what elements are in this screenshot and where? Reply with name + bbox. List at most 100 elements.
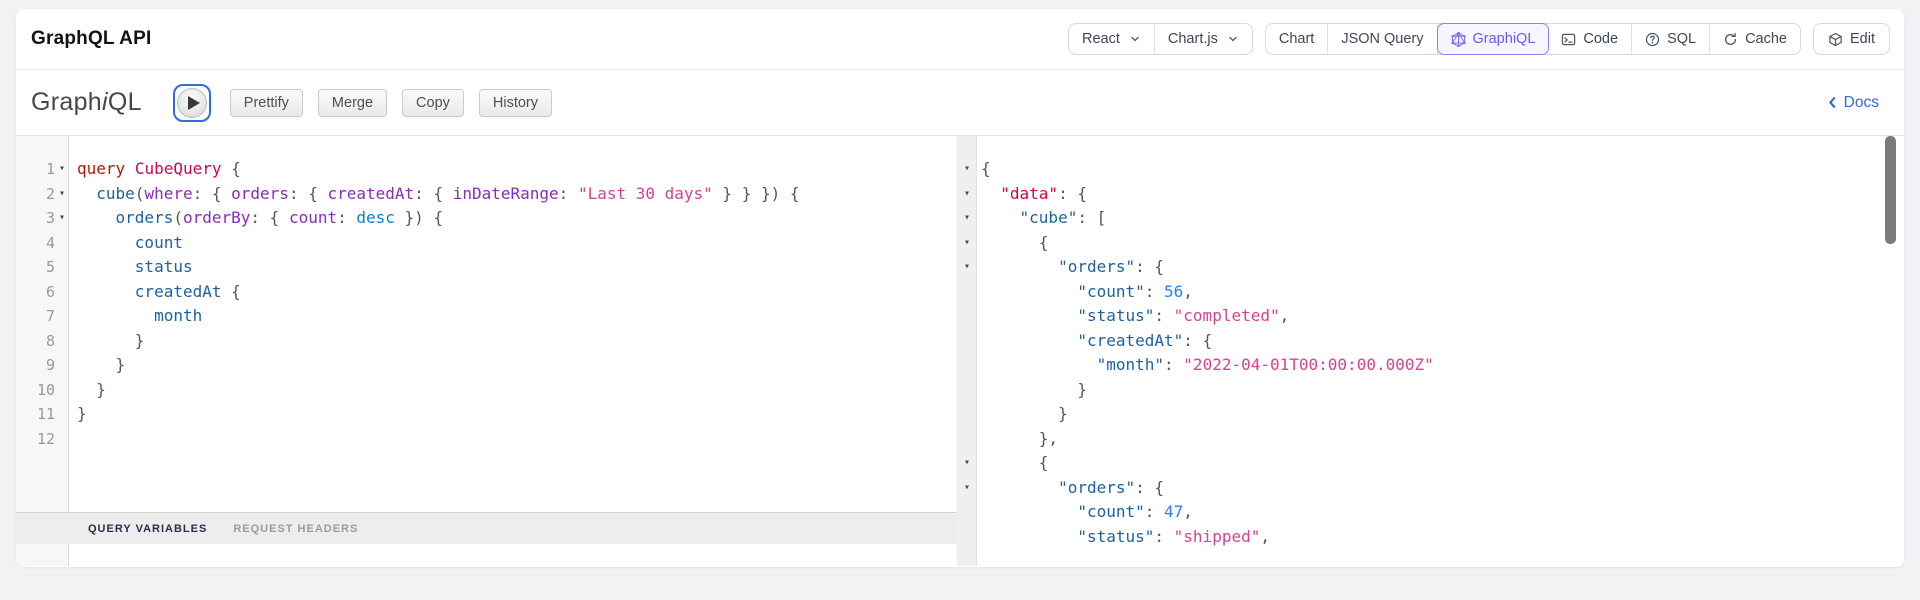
- code-text: }: [77, 330, 145, 350]
- result-code-line: "count": 56,: [957, 280, 1904, 305]
- fold-arrow-icon[interactable]: ▾: [957, 157, 977, 182]
- code-text: status: [134, 257, 193, 276]
- chevron-down-icon: [1227, 33, 1239, 45]
- view-tabs: Chart JSON Query GraphiQL Code SQL Cache: [1264, 23, 1801, 55]
- copy-button[interactable]: Copy: [402, 88, 464, 117]
- chevron-down-icon: [1129, 33, 1141, 45]
- code-text: "status": "completed",: [1077, 306, 1290, 325]
- query-code-line[interactable]: 1 ▾ query CubeQuery {: [16, 157, 957, 182]
- code-text: {: [981, 159, 991, 178]
- query-code-line[interactable]: 7 month: [16, 304, 957, 329]
- merge-button[interactable]: Merge: [317, 88, 388, 117]
- fold-arrow-icon[interactable]: ▾: [957, 255, 977, 280]
- graphiql-logo: GraphiQL: [31, 88, 142, 116]
- library-select-value: Chart.js: [1167, 31, 1218, 47]
- tab-json-query[interactable]: JSON Query: [1328, 24, 1438, 54]
- fold-arrow-icon[interactable]: ▾: [957, 206, 977, 231]
- query-editor[interactable]: 1 ▾ query CubeQuery {2 ▾ cube(where: { orde…: [16, 136, 957, 512]
- query-code-line[interactable]: 3 ▾ orders(orderBy: { count: desc }) {: [16, 206, 957, 231]
- line-number: 3: [45, 209, 55, 227]
- history-button[interactable]: History: [478, 88, 553, 117]
- execute-query-button[interactable]: [172, 83, 211, 122]
- request-headers-tab[interactable]: REQUEST HEADERS: [233, 523, 358, 535]
- chart-config-selects: React Chart.js: [1068, 23, 1253, 55]
- result-code-line: },: [957, 427, 1904, 452]
- framework-select[interactable]: React: [1069, 24, 1155, 54]
- help-icon: [1645, 32, 1660, 47]
- code-text: }: [77, 404, 87, 423]
- tab-chart[interactable]: Chart: [1266, 24, 1329, 54]
- code-text: count: [134, 232, 183, 252]
- result-code-line: "status": "shipped",: [957, 525, 1904, 550]
- line-number: 5: [45, 258, 55, 276]
- query-code-line[interactable]: 11}: [16, 402, 957, 427]
- code-text: "count": 47,: [1077, 502, 1193, 521]
- result-code-line: "count": 47,: [957, 500, 1904, 525]
- result-viewer-pane: ▾{▾ "data": {▾ "cube": [▾ {▾ "orders": {…: [957, 136, 1904, 566]
- line-number: 1: [45, 160, 55, 178]
- docs-link[interactable]: Docs: [1826, 94, 1879, 112]
- graphql-api-card: GraphQL API React Chart.js Chart JSON Qu…: [16, 9, 1904, 567]
- query-variables-tab[interactable]: QUERY VARIABLES: [88, 523, 207, 535]
- result-code-line: ▾ "data": {: [957, 182, 1904, 207]
- line-number: 6: [45, 282, 55, 301]
- line-number: 4: [45, 233, 55, 252]
- fold-arrow-icon[interactable]: ▾: [957, 182, 977, 207]
- query-code-line[interactable]: 10 }: [16, 378, 957, 403]
- line-number: 7: [45, 307, 55, 325]
- code-text: }: [981, 379, 1087, 399]
- query-code-line[interactable]: 9 }: [16, 353, 957, 378]
- result-viewer: ▾{▾ "data": {▾ "cube": [▾ {▾ "orders": {…: [957, 136, 1904, 566]
- fold-arrow-icon[interactable]: ▾: [55, 157, 69, 182]
- library-select[interactable]: Chart.js: [1155, 24, 1252, 54]
- code-text: "orders": {: [1058, 257, 1165, 276]
- code-text: orders(orderBy: { count: desc }) {: [115, 208, 444, 227]
- tab-cache[interactable]: Cache: [1710, 24, 1800, 54]
- query-code-line[interactable]: 5 status: [16, 255, 957, 280]
- graphql-icon: [1450, 31, 1466, 47]
- line-number: 12: [36, 429, 55, 448]
- result-code-line: "createdAt": {: [957, 329, 1904, 354]
- line-number: 10: [36, 380, 55, 399]
- chevron-left-icon: [1826, 96, 1839, 109]
- edit-button[interactable]: Edit: [1813, 23, 1890, 55]
- result-scrollbar-thumb[interactable]: [1885, 136, 1896, 244]
- framework-select-value: React: [1082, 31, 1120, 47]
- code-text: }: [981, 404, 1068, 423]
- code-text: }: [77, 355, 126, 374]
- fold-arrow-icon[interactable]: ▾: [957, 476, 977, 501]
- query-code-line[interactable]: 8 }: [16, 329, 957, 354]
- fold-arrow-icon[interactable]: ▾: [55, 182, 69, 207]
- tab-sql[interactable]: SQL: [1632, 24, 1711, 54]
- result-code-line: "month": "2022-04-01T00:00:00.000Z": [957, 353, 1904, 378]
- line-number: 2: [45, 184, 55, 203]
- tab-code[interactable]: Code: [1548, 24, 1633, 54]
- query-code-line[interactable]: 12: [16, 427, 957, 452]
- header-controls: React Chart.js Chart JSON Query GraphiQL…: [1068, 23, 1890, 55]
- query-code-line[interactable]: 6 createdAt {: [16, 280, 957, 305]
- code-text: createdAt {: [134, 281, 241, 301]
- line-number: 11: [36, 405, 55, 423]
- prettify-button[interactable]: Prettify: [229, 88, 303, 117]
- tab-graphiql[interactable]: GraphiQL: [1436, 23, 1550, 55]
- fold-arrow-icon[interactable]: ▾: [957, 451, 977, 476]
- query-code-line[interactable]: 2 ▾ cube(where: { orders: { createdAt: { …: [16, 182, 957, 207]
- terminal-icon: [1561, 32, 1576, 47]
- cube-icon: [1828, 32, 1843, 47]
- query-code-line[interactable]: 4 count: [16, 231, 957, 256]
- result-code-line: }: [957, 402, 1904, 427]
- fold-arrow-icon[interactable]: ▾: [957, 231, 977, 256]
- fold-arrow-icon[interactable]: ▾: [55, 206, 69, 231]
- page-title: GraphQL API: [31, 28, 152, 49]
- query-editor-pane: 1 ▾ query CubeQuery {2 ▾ cube(where: { orde…: [16, 136, 957, 566]
- result-code-line: ▾ "cube": [: [957, 206, 1904, 231]
